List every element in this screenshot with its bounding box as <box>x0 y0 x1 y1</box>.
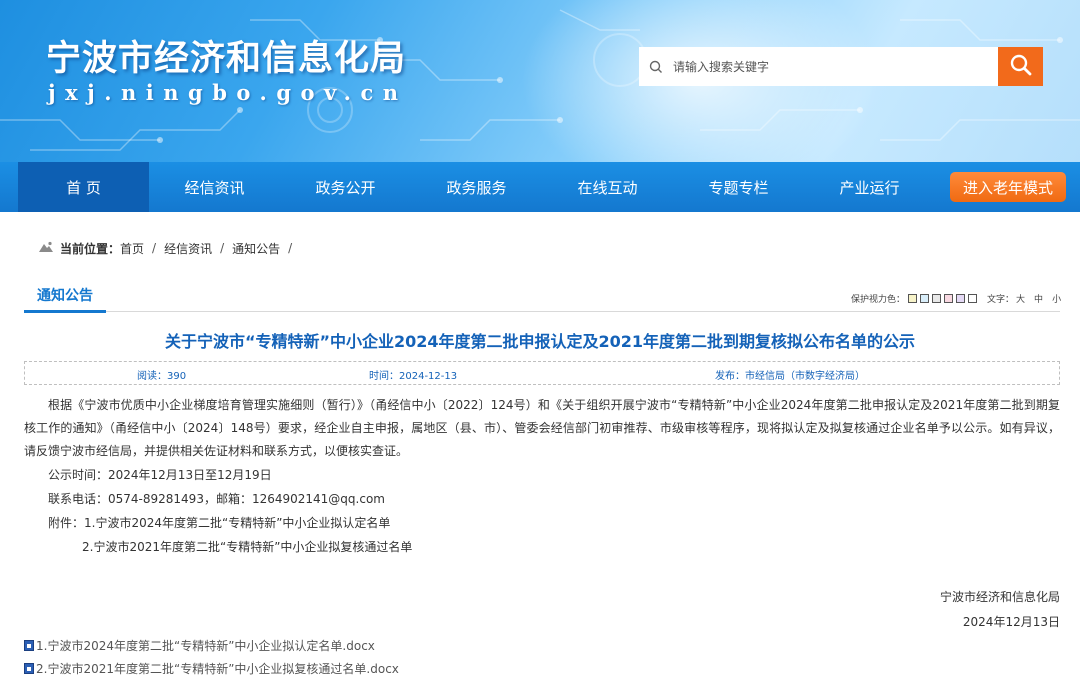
article-paragraph: 根据《宁波市优质中小企业梯度培育管理实施细则（暂行）》（甬经信中小〔2022〕1… <box>24 398 1060 458</box>
eye-color-swatch[interactable] <box>908 294 918 303</box>
eye-color-swatch[interactable] <box>968 294 978 303</box>
signature-org: 宁波市经济和信息化局 <box>939 590 1060 604</box>
nav-item-industry[interactable]: 产业运行 <box>804 162 935 212</box>
article-title: 关于宁波市“专精特新”中小企业2024年度第二批申报认定及2021年度第二批到期… <box>164 332 916 351</box>
attachment-link-text[interactable]: 2.宁波市2021年度第二批“专精特新”中小企业拟复核通过名单.docx <box>36 660 399 677</box>
location-icon <box>38 241 54 256</box>
breadcrumb: 当前位置： 首页 / 经信资讯 / 通知公告 / <box>38 238 300 258</box>
breadcrumb-separator: / <box>220 241 225 255</box>
attachment-link[interactable]: 1.宁波市2024年度第二批“专精特新”中小企业拟认定名单.docx <box>24 637 375 654</box>
article-attachment-1: 附件：1.宁波市2024年度第二批“专精特新”中小企业拟认定名单 <box>48 516 391 530</box>
eye-color-swatch[interactable] <box>920 294 930 303</box>
magnifier-icon <box>1009 53 1033 81</box>
font-size-small[interactable]: 小 <box>1052 292 1061 305</box>
font-size-label: 文字： <box>987 295 1015 305</box>
nav-item-gov-service[interactable]: 政务服务 <box>411 162 542 212</box>
site-header: 宁波市经济和信息化局 jxj.ningbo.gov.cn <box>0 0 1080 162</box>
breadcrumb-separator: / <box>288 241 293 255</box>
eye-color-swatch[interactable] <box>944 294 954 303</box>
nav-item-interaction[interactable]: 在线互动 <box>542 162 673 212</box>
breadcrumb-notices[interactable]: 通知公告 <box>232 240 280 257</box>
breadcrumb-home[interactable]: 首页 <box>120 240 144 257</box>
breadcrumb-label: 当前位置： <box>60 241 121 256</box>
article-attachment-2: 2.宁波市2021年度第二批“专精特新”中小企业拟复核通过名单 <box>82 540 413 554</box>
font-size-medium[interactable]: 中 <box>1034 292 1043 305</box>
nav-item-topics[interactable]: 专题专栏 <box>673 162 804 212</box>
eye-color-swatch[interactable] <box>932 294 942 303</box>
article-time: 时间：2024-12-13 <box>369 371 458 382</box>
section-divider <box>24 311 1060 312</box>
site-name[interactable]: 宁波市经济和信息化局 <box>46 30 406 81</box>
search-button[interactable] <box>998 47 1043 86</box>
nav-item-news[interactable]: 经信资讯 <box>149 162 280 212</box>
search-box <box>639 47 999 86</box>
article-publisher: 发布：市经信局（市数字经济局） <box>715 371 865 382</box>
breadcrumb-separator: / <box>152 241 157 255</box>
article-period: 公示时间：2024年12月13日至12月19日 <box>48 468 272 482</box>
article-contact: 联系电话：0574-89281493，邮箱：1264902141@qq.com <box>48 492 385 506</box>
search-input[interactable] <box>673 59 983 74</box>
article-views: 阅读：390 <box>137 371 187 382</box>
reading-tools: 保护视力色： 文字： 大 中 小 <box>851 292 1061 305</box>
main-nav: 首 页 经信资讯 政务公开 政务服务 在线互动 专题专栏 产业运行 <box>0 162 1080 212</box>
breadcrumb-news[interactable]: 经信资讯 <box>164 240 212 257</box>
nav-item-home[interactable]: 首 页 <box>18 162 149 212</box>
font-size-large[interactable]: 大 <box>1016 292 1025 305</box>
site-domain: jxj.ningbo.gov.cn <box>48 80 408 105</box>
attachment-link-text[interactable]: 1.宁波市2024年度第二批“专精特新”中小企业拟认定名单.docx <box>36 637 375 654</box>
attachment-link[interactable]: 2.宁波市2021年度第二批“专精特新”中小企业拟复核通过名单.docx <box>24 660 399 677</box>
nav-item-gov-open[interactable]: 政务公开 <box>280 162 411 212</box>
word-doc-icon <box>24 640 34 651</box>
section-title: 通知公告 <box>24 285 106 313</box>
article-meta: 阅读：390 时间：2024-12-13 发布：市经信局（市数字经济局） <box>24 361 1060 385</box>
eye-color-label: 保护视力色： <box>851 295 906 305</box>
search-icon <box>639 60 673 74</box>
word-doc-icon <box>24 663 34 674</box>
eye-color-swatch[interactable] <box>956 294 966 303</box>
article-body: 根据《宁波市优质中小企业梯度培育管理实施细则（暂行）》（甬经信中小〔2022〕1… <box>24 394 1060 559</box>
elder-mode-button[interactable]: 进入老年模式 <box>950 172 1066 202</box>
signature-date: 2024年12月13日 <box>962 615 1060 629</box>
